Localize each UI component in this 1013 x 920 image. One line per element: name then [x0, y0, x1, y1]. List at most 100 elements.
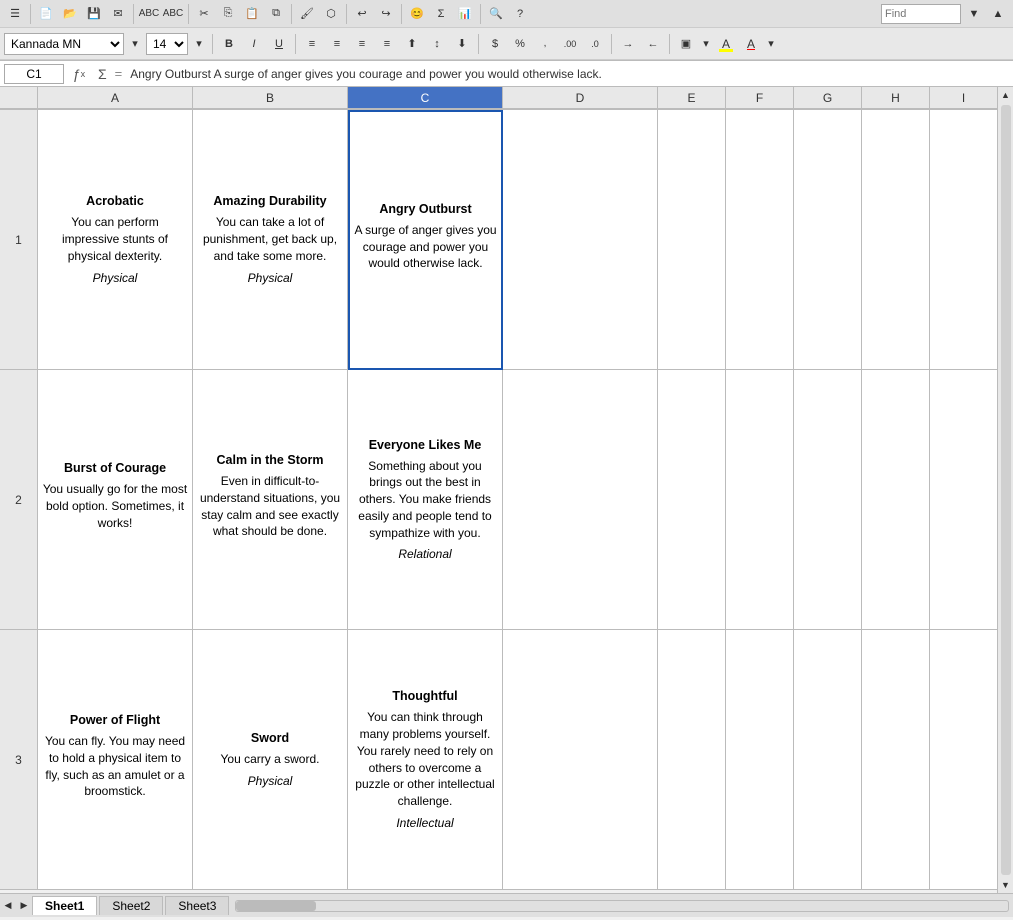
col-header-g[interactable]: G — [794, 87, 862, 109]
border-dropdown-btn[interactable]: ▾ — [700, 33, 712, 55]
border-btn[interactable]: ▣ — [675, 33, 697, 55]
redo-btn[interactable]: ↪ — [375, 3, 397, 25]
horizontal-scrollbar[interactable] — [235, 900, 1009, 912]
col-header-e[interactable]: E — [658, 87, 726, 109]
cell-b3-title: Sword — [251, 731, 289, 745]
cell-e3[interactable] — [658, 630, 726, 890]
col-header-a[interactable]: A — [38, 87, 193, 109]
decimal-dec-btn[interactable]: .0 — [584, 33, 606, 55]
thousands-btn[interactable]: , — [534, 33, 556, 55]
help-btn[interactable]: ? — [509, 3, 531, 25]
clone-btn[interactable]: ⧉ — [265, 3, 287, 25]
cell-b1[interactable]: Amazing Durability You can take a lot of… — [193, 110, 348, 370]
cell-e2[interactable] — [658, 370, 726, 630]
cell-e1[interactable] — [658, 110, 726, 370]
find-down-btn[interactable]: ▼ — [963, 3, 985, 25]
zoom-btn[interactable]: 🔍 — [485, 3, 507, 25]
scroll-up-btn[interactable]: ▲ — [998, 87, 1013, 103]
cell-f3[interactable] — [726, 630, 794, 890]
find-up-btn[interactable]: ▲ — [987, 3, 1009, 25]
sheet-tab-sheet2[interactable]: Sheet2 — [99, 896, 163, 915]
col-header-d[interactable]: D — [503, 87, 658, 109]
align-center-btn[interactable]: ≡ — [326, 33, 348, 55]
save-btn[interactable]: 💾 — [83, 3, 105, 25]
scroll-sheets-left-btn[interactable]: ◀ — [0, 898, 16, 914]
paste-btn[interactable]: 📋 — [241, 3, 263, 25]
scroll-thumb[interactable] — [1001, 105, 1011, 875]
decimal-inc-btn[interactable]: .00 — [559, 33, 581, 55]
cell-i2[interactable] — [930, 370, 997, 630]
chart-btn[interactable]: 📊 — [454, 3, 476, 25]
indent-less-btn[interactable]: ← — [642, 33, 664, 55]
cell-a3[interactable]: Power of Flight You can fly. You may nee… — [38, 630, 193, 890]
cell-b3[interactable]: Sword You carry a sword. Physical — [193, 630, 348, 890]
cell-c3[interactable]: Thoughtful You can think through many pr… — [348, 630, 503, 890]
align-justify-btn[interactable]: ≡ — [376, 33, 398, 55]
formula-fn-btn[interactable]: ƒx — [68, 64, 90, 84]
align-middle-btn[interactable]: ↕ — [426, 33, 448, 55]
font-dropdown-btn[interactable]: ▾ — [127, 33, 143, 55]
cell-i3[interactable] — [930, 630, 997, 890]
cell-h3[interactable] — [862, 630, 930, 890]
scroll-sheets-right-btn[interactable]: ▶ — [16, 898, 32, 914]
sheet-tab-sheet1[interactable]: Sheet1 — [32, 896, 97, 915]
cut-btn[interactable]: ✂ — [193, 3, 215, 25]
col-header-h[interactable]: H — [862, 87, 930, 109]
email-btn[interactable]: ✉ — [107, 3, 129, 25]
currency-btn[interactable]: $ — [484, 33, 506, 55]
cell-c2[interactable]: Everyone Likes Me Something about you br… — [348, 370, 503, 630]
cell-b2[interactable]: Calm in the Storm Even in difficult-to-u… — [193, 370, 348, 630]
cell-c1[interactable]: Angry Outburst A surge of anger gives yo… — [348, 110, 503, 370]
font-color-btn[interactable]: A — [740, 33, 762, 55]
emoji-btn[interactable]: 😊 — [406, 3, 428, 25]
align-left-btn[interactable]: ≡ — [301, 33, 323, 55]
scroll-h-thumb[interactable] — [236, 901, 316, 911]
cell-g3[interactable] — [794, 630, 862, 890]
color-dropdown-btn[interactable]: ▾ — [765, 33, 777, 55]
new-btn[interactable]: 📄 — [35, 3, 57, 25]
underline-btn[interactable]: U — [268, 33, 290, 55]
col-header-b[interactable]: B — [193, 87, 348, 109]
font-name-select[interactable]: Kannada MN — [4, 33, 124, 55]
cell-a1[interactable]: Acrobatic You can perform impressive stu… — [38, 110, 193, 370]
calc-btn[interactable]: Σ — [430, 3, 452, 25]
menu-btn[interactable]: ☰ — [4, 3, 26, 25]
font-size-select[interactable]: 14 — [146, 33, 188, 55]
scroll-down-btn[interactable]: ▼ — [998, 877, 1013, 893]
col-header-f[interactable]: F — [726, 87, 794, 109]
bg-color-btn[interactable]: A — [715, 33, 737, 55]
cell-ref-input[interactable]: C1 — [4, 64, 64, 84]
cell-c1-title: Angry Outburst — [379, 202, 471, 216]
find-input[interactable] — [881, 4, 961, 24]
cell-a2[interactable]: Burst of Courage You usually go for the … — [38, 370, 193, 630]
align-bottom-btn[interactable]: ⬇ — [451, 33, 473, 55]
bold-btn[interactable]: B — [218, 33, 240, 55]
indent-more-btn[interactable]: → — [617, 33, 639, 55]
cell-g1[interactable] — [794, 110, 862, 370]
spellcheck2-btn[interactable]: ABC — [162, 3, 184, 25]
open-btn[interactable]: 📂 — [59, 3, 81, 25]
cell-h2[interactable] — [862, 370, 930, 630]
cell-d3[interactable] — [503, 630, 658, 890]
cell-d2[interactable] — [503, 370, 658, 630]
fill-btn[interactable]: ⬡ — [320, 3, 342, 25]
vertical-scrollbar[interactable]: ▲ ▼ — [997, 87, 1013, 893]
undo-btn[interactable]: ↩ — [351, 3, 373, 25]
cell-d1[interactable] — [503, 110, 658, 370]
align-top-btn[interactable]: ⬆ — [401, 33, 423, 55]
spellcheck-btn[interactable]: ABC — [138, 3, 160, 25]
col-header-c[interactable]: C — [348, 87, 503, 109]
italic-btn[interactable]: I — [243, 33, 265, 55]
cell-h1[interactable] — [862, 110, 930, 370]
cell-f1[interactable] — [726, 110, 794, 370]
cell-f2[interactable] — [726, 370, 794, 630]
percent-btn[interactable]: % — [509, 33, 531, 55]
font-size-dropdown-btn[interactable]: ▾ — [191, 33, 207, 55]
copy-btn[interactable]: ⎘ — [217, 3, 239, 25]
col-header-i[interactable]: I — [930, 87, 997, 109]
paint-btn[interactable]: 🖌 — [296, 3, 318, 25]
sheet-tab-sheet3[interactable]: Sheet3 — [165, 896, 229, 915]
align-right-btn[interactable]: ≡ — [351, 33, 373, 55]
cell-i1[interactable] — [930, 110, 997, 370]
cell-g2[interactable] — [794, 370, 862, 630]
